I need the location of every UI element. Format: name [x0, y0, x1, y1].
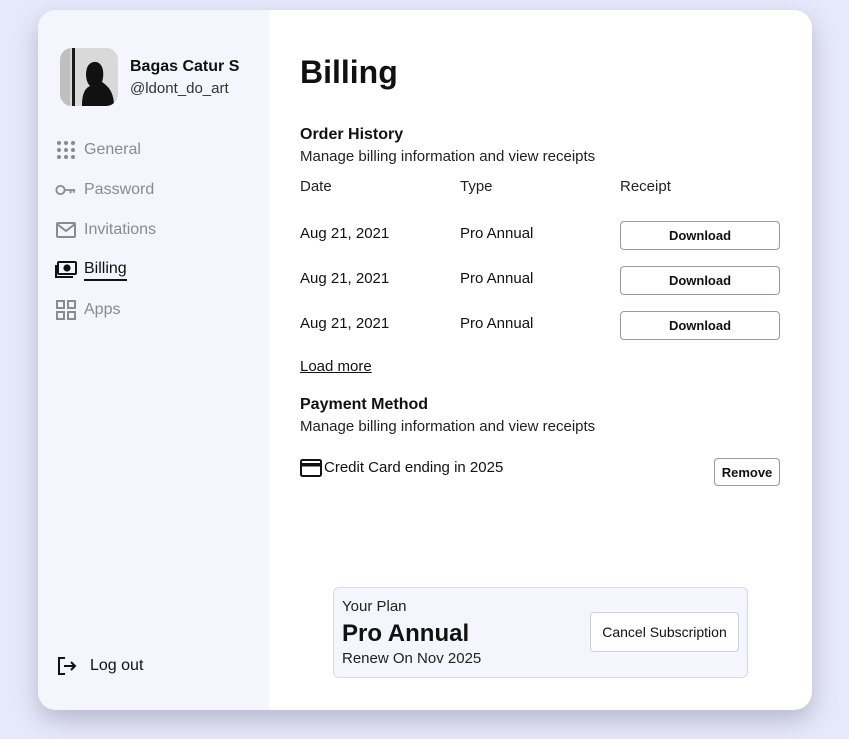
avatar [60, 48, 118, 106]
payment-method-title: Payment Method [300, 396, 429, 413]
order-date: Aug 21, 2021 [300, 315, 390, 332]
sidebar-item-general[interactable]: General [55, 130, 156, 170]
page-title: Billing [300, 54, 398, 90]
order-date: Aug 21, 2021 [300, 225, 390, 242]
profile-name: Bagas Catur S [130, 57, 240, 75]
sidebar-nav: General Password Invitations Billing App… [55, 130, 156, 330]
column-header-receipt: Receipt [620, 178, 671, 195]
money-icon [55, 259, 77, 281]
plan-name: Pro Annual [342, 620, 470, 647]
payment-card-row: Credit Card ending in 2025 Remove [300, 456, 780, 486]
sidebar: Bagas Catur S @ldont_do_art General Pass… [38, 10, 269, 710]
logout-button[interactable]: Log out [56, 655, 143, 677]
apps-icon [55, 299, 77, 321]
remove-card-button[interactable]: Remove [714, 458, 780, 486]
cancel-subscription-button[interactable]: Cancel Subscription [590, 612, 739, 652]
sidebar-item-billing[interactable]: Billing [55, 250, 156, 290]
plan-kicker: Your Plan [342, 598, 407, 615]
order-date: Aug 21, 2021 [300, 270, 390, 287]
sidebar-item-label: Password [84, 181, 155, 198]
logout-label: Log out [90, 657, 144, 674]
table-row: Aug 21, 2021 Pro Annual Download [300, 266, 780, 296]
mail-icon [55, 219, 77, 241]
settings-card: Bagas Catur S @ldont_do_art General Pass… [38, 10, 812, 710]
table-row: Aug 21, 2021 Pro Annual Download [300, 221, 780, 251]
download-button[interactable]: Download [620, 266, 780, 295]
column-header-date: Date [300, 178, 332, 195]
plan-card: Your Plan Pro Annual Renew On Nov 2025 C… [333, 587, 748, 678]
user-profile: Bagas Catur S @ldont_do_art [60, 48, 239, 106]
order-type: Pro Annual [460, 270, 534, 287]
grid-dots-icon [55, 139, 77, 161]
sidebar-item-label: General [84, 141, 141, 158]
sidebar-item-label: Apps [84, 301, 121, 318]
column-header-type: Type [460, 178, 493, 195]
download-button[interactable]: Download [620, 311, 780, 340]
sidebar-item-apps[interactable]: Apps [55, 290, 156, 330]
key-icon [55, 179, 77, 201]
logout-icon [56, 655, 78, 677]
credit-card-label: Credit Card ending in 2025 [324, 459, 504, 476]
order-type: Pro Annual [460, 225, 534, 242]
plan-renew-date: Renew On Nov 2025 [342, 650, 482, 667]
sidebar-item-password[interactable]: Password [55, 170, 156, 210]
load-more-link[interactable]: Load more [300, 358, 372, 375]
sidebar-item-label: Billing [84, 260, 127, 281]
order-type: Pro Annual [460, 315, 534, 332]
credit-card-icon [300, 459, 322, 482]
table-row: Aug 21, 2021 Pro Annual Download [300, 311, 780, 341]
order-history-title: Order History [300, 126, 404, 143]
billing-panel: Billing Order History Manage billing inf… [300, 10, 780, 710]
download-button[interactable]: Download [620, 221, 780, 250]
payment-method-subtitle: Manage billing information and view rece… [300, 418, 596, 435]
order-history-subtitle: Manage billing information and view rece… [300, 148, 596, 165]
sidebar-item-label: Invitations [84, 221, 157, 238]
profile-handle: @ldont_do_art [130, 79, 229, 97]
sidebar-item-invitations[interactable]: Invitations [55, 210, 156, 250]
